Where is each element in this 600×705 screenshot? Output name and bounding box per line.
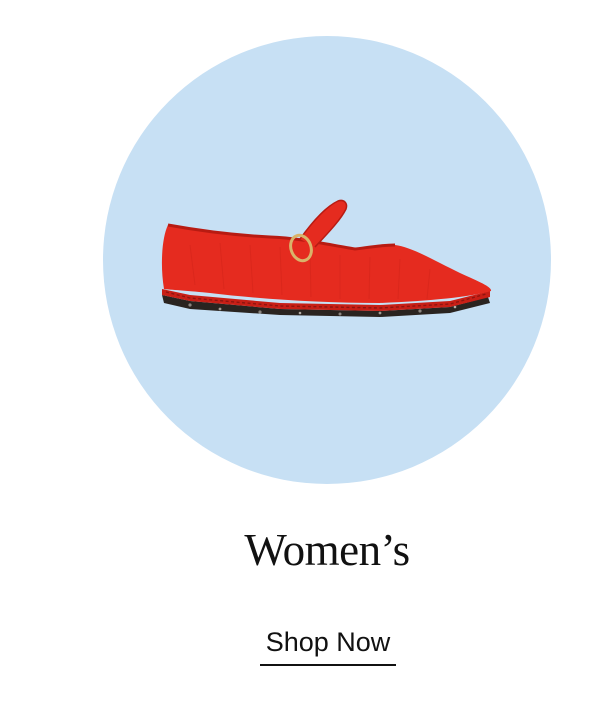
red-mary-jane-shoe-icon — [161, 199, 492, 317]
category-title: Women’s — [244, 525, 410, 575]
womens-shoe-image[interactable] — [150, 185, 500, 325]
shop-now-link[interactable]: Shop Now — [260, 626, 396, 666]
